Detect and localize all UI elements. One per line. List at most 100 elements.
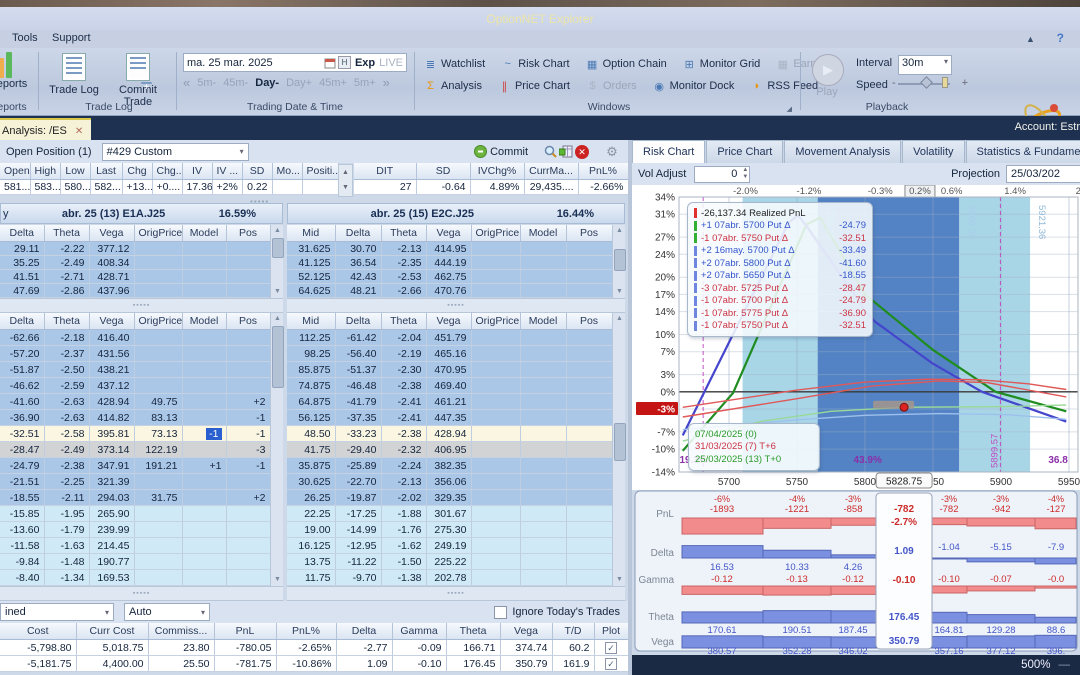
checkbox-icon <box>494 605 508 619</box>
time-step-button[interactable]: 45m+ <box>319 77 347 89</box>
greek-value-label: -0.0 <box>1048 574 1064 585</box>
expiry-header-e1a[interactable]: y abr. 25 (13) E1A.J25 16.59% <box>0 203 283 224</box>
reports-button[interactable]: eports <box>0 52 36 90</box>
greek-value-label: -0.07 <box>990 574 1012 585</box>
reports-icon <box>0 52 18 78</box>
playback-group-label: Playback <box>865 101 909 113</box>
expiry-header-e2c[interactable]: abr. 25 (15) E2C.J25 16.44% <box>287 203 625 224</box>
y-tick: 31% <box>655 210 675 221</box>
greek-value-label: 352.28 <box>782 646 811 654</box>
chart-tab[interactable]: Volatility <box>902 140 965 163</box>
legend-entry: -1 07abr. 5750 Put Δ -32.51 <box>694 320 866 333</box>
commit-icon <box>474 145 488 158</box>
chart-tab[interactable]: Movement Analysis <box>784 140 902 163</box>
calendar-icon[interactable] <box>324 57 336 69</box>
menu-support[interactable]: Support <box>48 32 95 44</box>
risk-chart-pane: Risk Chart Price Chart Movement Analysis Vo… <box>632 140 1080 675</box>
time-step-button[interactable]: 5m+ <box>354 77 376 89</box>
chart-tab[interactable]: Price Chart <box>706 140 784 163</box>
title-bar[interactable]: OptionNET Explorer <box>0 7 1080 30</box>
zoom-slider[interactable]: — <box>1059 659 1071 671</box>
trade-log-button[interactable]: Trade Log <box>46 53 102 96</box>
window-toggle-button[interactable]: ~ Risk Chart <box>501 58 570 70</box>
ribbon-toolbar: eports eports Trade Log + Commit Trade T… <box>0 48 1080 144</box>
greek-value-label: 4.26 <box>844 562 863 573</box>
tab-analysis-es[interactable]: Analysis: /ES ✕ <box>0 118 92 142</box>
speed-slider[interactable]: - + <box>892 76 968 90</box>
tab-close-icon[interactable]: ✕ <box>75 126 83 137</box>
greek-value-label: 187.45 <box>838 625 867 636</box>
calls-scrollbar[interactable]: ▲ ▼ <box>612 225 626 298</box>
greek-value-label: 357.16 <box>934 646 963 654</box>
time-step-button[interactable]: Day- <box>255 77 279 89</box>
window-toggle-button[interactable]: ≣ Watchlist <box>424 58 485 71</box>
legend-entry: +2 07abr. 5800 Put Δ -41.60 <box>694 257 866 270</box>
time-step-button[interactable]: Day+ <box>286 77 312 89</box>
greek-bar <box>830 517 877 526</box>
commit-trade-button[interactable]: + Commit Trade <box>104 53 172 108</box>
group-expand-icon[interactable]: ◢ <box>787 105 792 113</box>
ribbon-collapse-icon[interactable]: ▲ <box>1026 34 1036 44</box>
settings-gear-icon[interactable]: ⚙ <box>604 144 620 160</box>
calls-scrollbar[interactable]: ▲ ▼ <box>270 225 284 298</box>
greeks-canvas[interactable]: PnL-6%-1893-4%-1221-3%-858-3%-782-3%-942… <box>632 490 1080 657</box>
underlying-quote-grid[interactable]: Open High Low Last Chg Chg... IV IV ... SD Mo... P… <box>0 163 339 195</box>
time-icon[interactable]: H <box>337 56 351 69</box>
close-position-icon[interactable]: ✕ <box>574 144 590 160</box>
panel-bottom-grip[interactable]: ▪▪▪▪▪ <box>0 586 283 601</box>
puts-scrollbar[interactable]: ▲ ▼ <box>270 313 284 586</box>
interval-select[interactable]: 30m ▾ <box>898 55 952 75</box>
risk-chart[interactable]: 5765.205869.305921.365899.5719.3%43.9%36… <box>632 184 1080 490</box>
position-summary-table[interactable]: Cost Curr Cost Commiss... PnL PnL% Delta Gamma… <box>0 623 629 672</box>
quote-spinner[interactable]: ▲ ▼ <box>338 164 353 197</box>
auto-select[interactable]: Auto ▾ <box>124 603 210 621</box>
view-mode-select[interactable]: ined ▾ <box>0 603 114 621</box>
calls-grid[interactable]: Mid Delta Theta Vega OrigPrice Model Pos 31.625… <box>287 225 613 298</box>
greek-value-label: 380.57 <box>707 646 736 654</box>
time-step-button[interactable]: » <box>383 75 390 90</box>
window-toggle-icon: ~ <box>504 58 511 70</box>
greek-bar <box>1034 517 1077 530</box>
window-toggle-button[interactable]: ◉ Monitor Dock <box>653 80 734 93</box>
window-toggle-button[interactable]: ∥ Price Chart <box>498 80 570 93</box>
puts-grid[interactable]: Delta Theta Vega OrigPrice Model Pos -62.66 -2.… <box>0 313 271 586</box>
calls-grid[interactable]: Delta Theta Vega OrigPrice Model Pos 29.11 -2.2… <box>0 225 271 298</box>
grid-row: 27 -0.64 4.89% 29,435.... -2.66% <box>354 179 629 195</box>
projection-date-input[interactable]: 25/03/202 <box>1006 165 1080 183</box>
vol-adjust-stepper[interactable]: 0 ▲ ▼ <box>694 165 751 183</box>
window-toggle-icon: ⊞ <box>684 58 694 71</box>
time-step-button[interactable]: 5m- <box>197 77 216 89</box>
search-icon[interactable] <box>542 144 558 160</box>
greek-value-label: 170.61 <box>707 625 736 636</box>
window-toggle-button[interactable]: Σ Analysis <box>424 80 482 92</box>
window-toggle-button[interactable]: ▦ Option Chain <box>586 58 667 71</box>
chart-tab[interactable]: Statistics & Fundamentals <box>965 140 1080 163</box>
help-icon[interactable]: ? <box>1057 31 1064 45</box>
time-step-button[interactable]: 45m- <box>223 77 248 89</box>
grid-row: -46.62 -2.59 437.12 <box>0 377 271 394</box>
grid-header-row: Mid Delta Theta Vega OrigPrice Model Pos <box>287 313 613 330</box>
greeks-panel[interactable]: PnL -6% -1893 -4% -1221 -3% -858 -3% -782 -3% -942… <box>632 490 1080 657</box>
panel-bottom-grip[interactable]: ▪▪▪▪▪ <box>287 586 625 601</box>
svg-text:5828.75: 5828.75 <box>886 477 923 488</box>
strategy-select[interactable]: #429 Custom ▾ <box>101 142 249 161</box>
menu-tools[interactable]: Tools <box>8 32 42 44</box>
window-toggle-button[interactable]: $ Orders <box>586 80 636 92</box>
exp-label[interactable]: Exp <box>355 57 375 69</box>
greek-bar <box>966 517 1036 527</box>
trading-date-input[interactable]: ma. 25 mar. 2025 H Exp LIVE <box>183 53 407 72</box>
chart-tab[interactable]: Risk Chart <box>632 140 706 163</box>
commit-button[interactable]: Commit <box>474 145 528 158</box>
y-tick: 14% <box>655 307 675 318</box>
export-grid-icon[interactable] <box>558 144 574 160</box>
play-button[interactable]: ▶ <box>812 54 844 86</box>
puts-scrollbar[interactable]: ▲ ▼ <box>612 313 626 586</box>
calls-puts-splitter[interactable]: ▪▪▪▪▪ <box>0 298 283 313</box>
position-stats-grid[interactable]: DIT SD IVChg% CurrMa... PnL% 27 -0.64 4.89% 29,4… <box>354 163 629 195</box>
puts-grid[interactable]: Mid Delta Theta Vega OrigPrice Model Pos 112.25… <box>287 313 613 586</box>
window-toggle-button[interactable]: ◗ RSS Feed <box>750 80 819 92</box>
time-step-button[interactable]: « <box>183 75 190 90</box>
ignore-trades-checkbox[interactable]: Ignore Today's Trades <box>494 605 620 619</box>
calls-puts-splitter[interactable]: ▪▪▪▪▪ <box>287 298 625 313</box>
window-toggle-button[interactable]: ⊞ Monitor Grid <box>683 58 761 71</box>
